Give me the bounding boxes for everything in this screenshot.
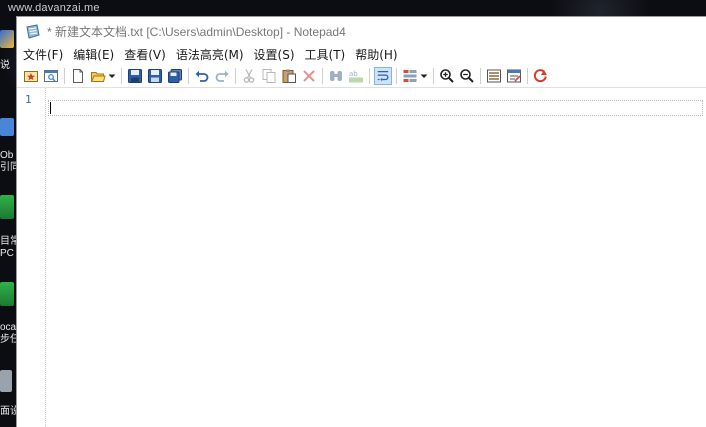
menu-file[interactable]: 文件(F)	[17, 46, 68, 65]
desktop-app-icon[interactable]	[0, 370, 12, 392]
open-browse-icon[interactable]	[42, 67, 60, 85]
favorites-icon[interactable]	[22, 67, 40, 85]
notepad4-app-icon	[25, 23, 41, 40]
notepad4-window: * 新建文本文档.txt [C:\Users\admin\Desktop] - …	[16, 16, 706, 427]
insert-icon[interactable]	[505, 67, 523, 85]
current-line-highlight	[48, 100, 703, 116]
new-file-icon[interactable]	[69, 67, 87, 85]
toolbar: ab	[17, 65, 706, 88]
desktop-icon-label: oca	[0, 322, 17, 333]
menu-syntax[interactable]: 语法高亮(M)	[171, 46, 249, 65]
svg-text:ab: ab	[349, 70, 358, 78]
line-number: 1	[25, 93, 32, 106]
open-folder-icon[interactable]	[89, 67, 107, 85]
zoom-out-icon[interactable]	[458, 67, 476, 85]
open-dropdown-icon[interactable]	[108, 67, 116, 85]
desktop-app-icon[interactable]	[0, 30, 14, 48]
menu-tools[interactable]: 工具(T)	[300, 46, 351, 65]
save-copy-icon[interactable]	[166, 67, 184, 85]
toolbar-separator	[322, 68, 323, 84]
menu-help[interactable]: 帮助(H)	[350, 46, 402, 65]
line-number-gutter	[17, 88, 46, 427]
redo-icon[interactable]	[213, 67, 231, 85]
desktop-icon-label: 说	[0, 60, 10, 71]
menu-edit[interactable]: 编辑(E)	[68, 46, 119, 65]
menu-settings[interactable]: 设置(S)	[249, 46, 300, 65]
toolbar-separator	[480, 68, 481, 84]
replace-icon[interactable]: ab	[347, 67, 365, 85]
save-as-icon[interactable]	[146, 67, 164, 85]
toolbar-separator	[235, 68, 236, 84]
undo-icon[interactable]	[193, 67, 211, 85]
toolbar-separator	[188, 68, 189, 84]
copy-icon[interactable]	[260, 67, 278, 85]
window-title: * 新建文本文档.txt [C:\Users\admin\Desktop] - …	[47, 25, 346, 39]
text-editor-area[interactable]	[46, 88, 706, 427]
toolbar-separator	[396, 68, 397, 84]
scheme-dropdown-icon[interactable]	[420, 67, 428, 85]
watermark-text: www.davanzai.me	[8, 2, 100, 14]
toolbar-separator	[433, 68, 434, 84]
desktop-icon-label: PC	[0, 248, 14, 259]
desktop-app-icon[interactable]	[0, 282, 14, 306]
toolbar-separator	[64, 68, 65, 84]
save-icon[interactable]	[126, 67, 144, 85]
toolbar-separator	[121, 68, 122, 84]
word-wrap-icon[interactable]	[374, 67, 392, 85]
desktop-icon-label: Ob	[0, 150, 14, 161]
toolbar-separator	[369, 68, 370, 84]
menu-view[interactable]: 查看(V)	[119, 46, 171, 65]
paste-icon[interactable]	[280, 67, 298, 85]
cut-icon[interactable]	[240, 67, 258, 85]
toggle-folds-icon[interactable]	[485, 67, 503, 85]
delete-icon[interactable]	[300, 67, 318, 85]
desktop-app-icon[interactable]	[0, 118, 14, 136]
exit-icon[interactable]	[532, 67, 550, 85]
text-caret	[50, 102, 51, 114]
toolbar-separator	[527, 68, 528, 84]
menu-bar: 文件(F) 编辑(E) 查看(V) 语法高亮(M) 设置(S) 工具(T) 帮助…	[17, 46, 706, 65]
desktop-app-icon[interactable]	[0, 195, 14, 219]
find-icon[interactable]	[327, 67, 345, 85]
title-bar[interactable]: * 新建文本文档.txt [C:\Users\admin\Desktop] - …	[17, 17, 706, 46]
scheme-icon[interactable]	[401, 67, 419, 85]
zoom-in-icon[interactable]	[438, 67, 456, 85]
